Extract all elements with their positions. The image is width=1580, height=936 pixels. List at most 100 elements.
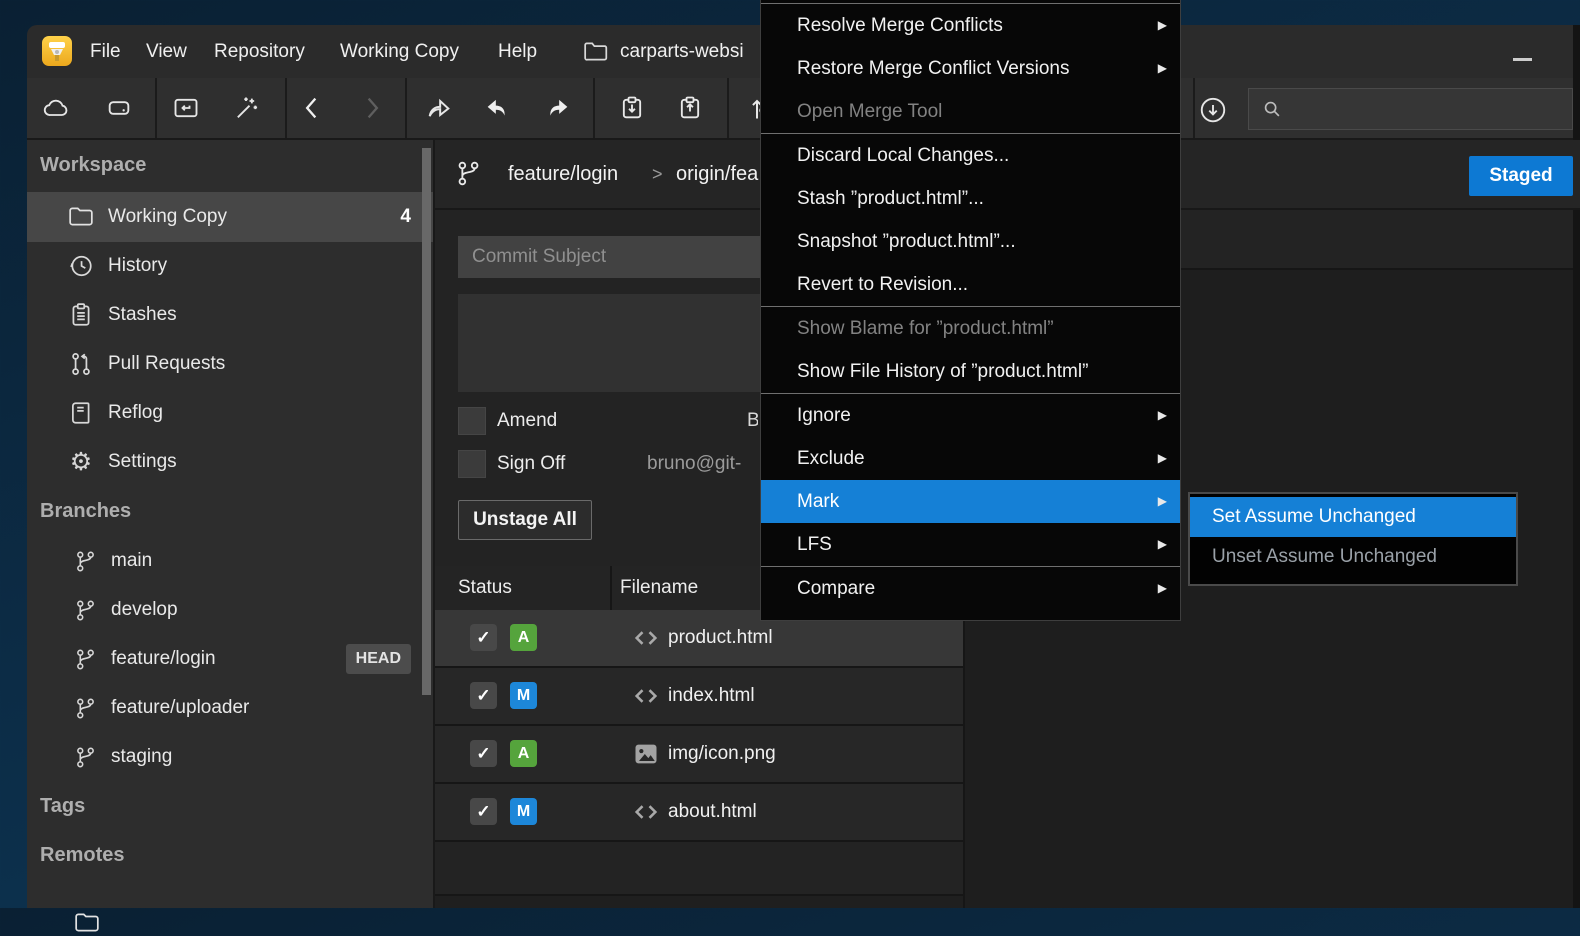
branch-label: feature/login — [111, 648, 216, 670]
sidebar-branch-feature-login[interactable]: feature/login HEAD — [27, 634, 433, 684]
search-box[interactable] — [1248, 88, 1573, 130]
filename: index.html — [668, 668, 755, 724]
sidebar-branch-main[interactable]: main — [27, 536, 433, 586]
toolbar-divider — [285, 78, 287, 138]
submenu-arrow-icon — [1158, 394, 1167, 437]
menubar-repository[interactable]: Repository — [214, 25, 305, 78]
sidebar-item-label: History — [108, 255, 167, 277]
sidebar-item-stashes[interactable]: Stashes — [27, 290, 433, 340]
code-file-icon — [632, 682, 660, 710]
sidebar-item-history[interactable]: History — [27, 241, 433, 291]
menubar-working-copy[interactable]: Working Copy — [340, 25, 459, 78]
menubar-view[interactable]: View — [146, 25, 187, 78]
clipboard-up-icon[interactable] — [676, 94, 704, 122]
submenu-arrow-icon — [1158, 523, 1167, 566]
undo-arrow-icon[interactable] — [483, 94, 511, 122]
menu-show-file-history[interactable]: Show File History of ”product.html” — [761, 350, 1180, 393]
sidebar-item-label: Settings — [108, 451, 177, 473]
menubar-file[interactable]: File — [90, 25, 121, 78]
branch-label: staging — [111, 746, 172, 768]
back-icon[interactable] — [299, 94, 327, 122]
stage-checkbox[interactable]: ✓ — [470, 682, 497, 709]
folder-icon — [68, 204, 94, 230]
jump-arrow-icon[interactable] — [425, 94, 453, 122]
menu-ignore[interactable]: Ignore — [761, 394, 1180, 437]
submenu-arrow-icon — [1158, 567, 1167, 610]
file-row-index[interactable]: ✓ M index.html — [435, 668, 963, 726]
current-branch-icon — [455, 160, 482, 187]
submenu-unset-assume-unchanged[interactable]: Unset Assume Unchanged — [1190, 537, 1516, 577]
menu-revert-to-revision[interactable]: Revert to Revision... — [761, 263, 1180, 306]
file-row-about[interactable]: ✓ M about.html — [435, 784, 963, 842]
column-filename[interactable]: Filename — [620, 566, 698, 610]
menu-compare[interactable]: Compare — [761, 567, 1180, 610]
menu-stash[interactable]: Stash ”product.html”... — [761, 177, 1180, 220]
minimize-button[interactable] — [1513, 58, 1532, 61]
status-badge-modified: M — [510, 682, 537, 709]
forward-icon[interactable] — [357, 94, 385, 122]
breadcrumb-remote-branch[interactable]: origin/fea — [676, 140, 758, 208]
status-badge-added: A — [510, 624, 537, 651]
menu-resolve-merge-conflicts[interactable]: Resolve Merge Conflicts — [761, 4, 1180, 47]
gear-icon: ⚙ — [68, 449, 94, 475]
local-drive-icon[interactable] — [105, 94, 133, 122]
sidebar-remote-item[interactable] — [27, 886, 433, 936]
stage-checkbox[interactable]: ✓ — [470, 798, 497, 825]
stage-checkbox[interactable]: ✓ — [470, 624, 497, 651]
submenu-arrow-icon — [1158, 480, 1167, 523]
menu-exclude[interactable]: Exclude — [761, 437, 1180, 480]
section-workspace[interactable]: Workspace — [40, 154, 146, 177]
sidebar-item-pull-requests[interactable]: Pull Requests — [27, 339, 433, 389]
fetch-download-icon[interactable] — [1198, 95, 1226, 123]
sidebar-scrollbar[interactable] — [422, 148, 431, 695]
menu-snapshot[interactable]: Snapshot ”product.html”... — [761, 220, 1180, 263]
toolbar-divider — [405, 78, 407, 138]
cloud-icon[interactable] — [42, 94, 70, 122]
breadcrumb-current-branch[interactable]: feature/login — [508, 140, 618, 208]
section-branches[interactable]: Branches — [40, 500, 131, 523]
toolbar-divider — [1193, 78, 1195, 138]
repo-folder-icon — [583, 40, 609, 62]
working-copy-count-badge: 4 — [400, 206, 411, 228]
submenu-arrow-icon — [1158, 4, 1167, 47]
context-menu: Resolve Merge Conflicts Restore Merge Co… — [760, 0, 1181, 621]
stage-checkbox[interactable]: ✓ — [470, 740, 497, 767]
column-status[interactable]: Status — [458, 566, 512, 610]
menubar-help[interactable]: Help — [498, 25, 537, 78]
section-tags[interactable]: Tags — [40, 795, 85, 818]
staged-filter-button[interactable]: Staged — [1469, 156, 1573, 196]
amend-label: Amend — [497, 407, 557, 435]
mark-submenu: Set Assume Unchanged Unset Assume Unchan… — [1188, 492, 1518, 586]
submenu-set-assume-unchanged[interactable]: Set Assume Unchanged — [1190, 497, 1516, 537]
code-file-icon — [632, 624, 660, 652]
menu-lfs[interactable]: LFS — [761, 523, 1180, 566]
magic-wand-icon[interactable] — [232, 94, 260, 122]
signoff-checkbox[interactable] — [458, 450, 486, 478]
sidebar-item-label: Reflog — [108, 402, 163, 424]
clipboard-down-icon[interactable] — [618, 94, 646, 122]
column-divider[interactable] — [610, 566, 612, 610]
sidebar-item-label: Stashes — [108, 304, 177, 326]
sidebar-item-working-copy[interactable]: Working Copy 4 — [27, 192, 433, 242]
repo-name[interactable]: carparts-websi — [620, 25, 744, 78]
book-icon — [68, 400, 94, 426]
unstage-all-button[interactable]: Unstage All — [458, 500, 592, 540]
signoff-label: Sign Off — [497, 450, 565, 478]
menu-discard-local-changes[interactable]: Discard Local Changes... — [761, 134, 1180, 177]
file-row-icon-png[interactable]: ✓ A img/icon.png — [435, 726, 963, 784]
sidebar-branch-staging[interactable]: staging — [27, 732, 433, 782]
menu-mark[interactable]: Mark — [761, 480, 1180, 523]
sidebar-branch-feature-uploader[interactable]: feature/uploader — [27, 683, 433, 733]
sidebar-branch-develop[interactable]: develop — [27, 585, 433, 635]
menu-restore-merge-conflict-versions[interactable]: Restore Merge Conflict Versions — [761, 47, 1180, 90]
toolbar-divider — [593, 78, 595, 138]
sidebar-item-settings[interactable]: ⚙ Settings — [27, 437, 433, 487]
open-repo-icon[interactable] — [172, 94, 200, 122]
redo-arrow-icon[interactable] — [544, 94, 572, 122]
branch-icon — [74, 746, 97, 769]
amend-checkbox[interactable] — [458, 407, 486, 435]
toolbar-divider — [727, 78, 729, 138]
sidebar-item-reflog[interactable]: Reflog — [27, 388, 433, 438]
section-remotes[interactable]: Remotes — [40, 844, 124, 867]
search-input[interactable] — [1289, 89, 1568, 131]
